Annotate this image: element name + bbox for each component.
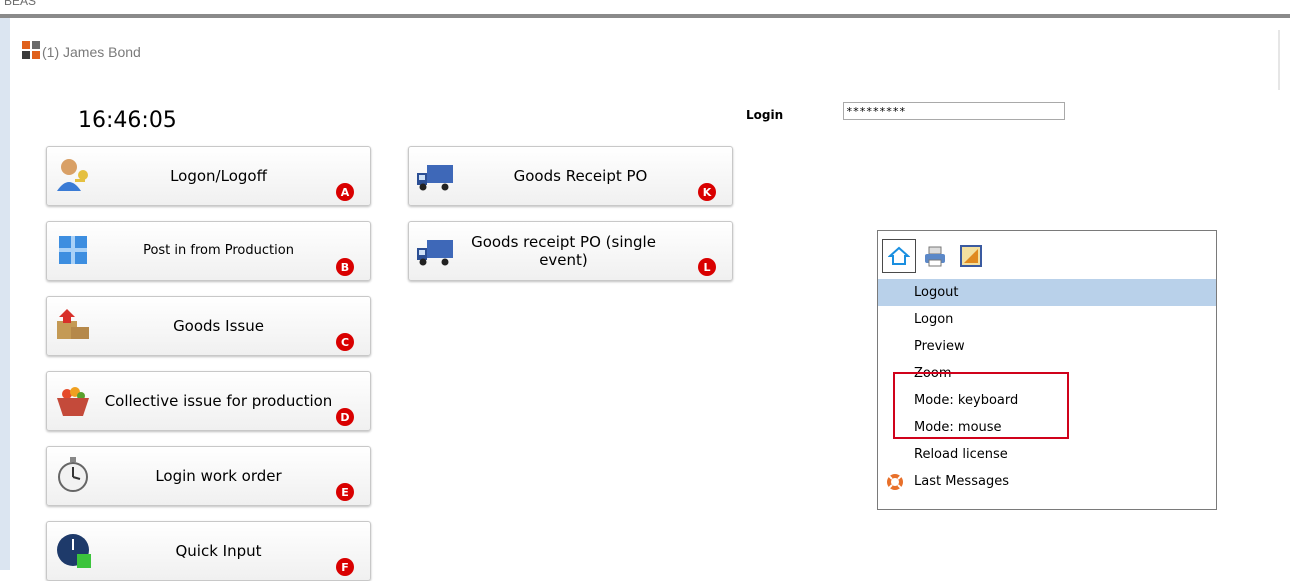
post-in-from-production-button[interactable]: Post in from Production B bbox=[46, 221, 371, 281]
menu-toolbar bbox=[882, 239, 988, 275]
app-logo-icon bbox=[22, 41, 40, 59]
menu-item-label: Preview bbox=[914, 339, 965, 354]
shortcut-badge: D bbox=[336, 408, 354, 426]
app-name: BEAS bbox=[4, 0, 37, 8]
printer-icon bbox=[925, 246, 945, 267]
menu-item-label: Logon bbox=[914, 312, 954, 327]
menu-item-preview[interactable]: Preview bbox=[878, 333, 1216, 360]
tile-label: Quick Input bbox=[175, 542, 262, 560]
menu-item-label: Reload license bbox=[914, 447, 1008, 462]
clock-icon bbox=[57, 534, 91, 568]
menu-item-last-messages[interactable]: Last Messages bbox=[878, 468, 1216, 495]
lifebuoy-icon bbox=[887, 474, 903, 490]
shortcut-badge: B bbox=[336, 258, 354, 276]
tile-label: Goods Receipt PO bbox=[513, 167, 648, 185]
tile-label: Goods receipt PO (single event) bbox=[471, 233, 656, 269]
tile-label: Login work order bbox=[155, 467, 282, 485]
menu-item-logout[interactable]: Logout bbox=[878, 279, 1216, 306]
shortcut-badge: E bbox=[336, 483, 354, 501]
goods-issue-button[interactable]: Goods Issue C bbox=[46, 296, 371, 356]
truck-icon bbox=[417, 165, 453, 191]
menu-item-logon[interactable]: Logon bbox=[878, 306, 1216, 333]
shortcut-badge: A bbox=[336, 183, 354, 201]
quick-input-button[interactable]: Quick Input F bbox=[46, 521, 371, 581]
cube-icon bbox=[59, 236, 87, 264]
goods-receipt-po-single-button[interactable]: Goods receipt PO (single event) L bbox=[408, 221, 733, 281]
tile-label: Logon/Logoff bbox=[170, 167, 267, 185]
home-tab[interactable] bbox=[882, 239, 916, 273]
tile-label: Collective issue for production bbox=[104, 392, 333, 410]
login-input[interactable] bbox=[843, 102, 1065, 120]
print-tab[interactable] bbox=[918, 239, 952, 273]
header-edge bbox=[1278, 30, 1280, 90]
menu-item-label: Last Messages bbox=[914, 474, 1009, 489]
collective-issue-button[interactable]: Collective issue for production D bbox=[46, 371, 371, 431]
boxes-icon bbox=[57, 309, 89, 339]
menu-item-reload-license[interactable]: Reload license bbox=[878, 441, 1216, 468]
login-work-order-button[interactable]: Login work order E bbox=[46, 446, 371, 506]
goods-receipt-po-button[interactable]: Goods Receipt PO K bbox=[408, 146, 733, 206]
clock-display: 16:46:05 bbox=[78, 108, 177, 133]
settings-icon bbox=[960, 245, 982, 267]
logon-logoff-button[interactable]: Logon/Logoff A bbox=[46, 146, 371, 206]
basket-icon bbox=[57, 387, 89, 416]
shortcut-badge: C bbox=[336, 333, 354, 351]
highlight-annotation bbox=[893, 372, 1069, 439]
truck-icon bbox=[417, 240, 453, 266]
window-header: (1) James Bond bbox=[10, 18, 1290, 90]
settings-tab[interactable] bbox=[954, 239, 988, 273]
menu-item-label: Logout bbox=[914, 285, 959, 300]
tile-label: Goods Issue bbox=[173, 317, 264, 335]
home-icon bbox=[888, 246, 910, 265]
window-title: (1) James Bond bbox=[42, 44, 141, 60]
login-label: Login bbox=[746, 108, 784, 122]
stopwatch-icon bbox=[58, 457, 88, 492]
user-key-icon bbox=[57, 159, 88, 191]
shortcut-badge: F bbox=[336, 558, 354, 576]
shortcut-badge: L bbox=[698, 258, 716, 276]
shortcut-badge: K bbox=[698, 183, 716, 201]
context-menu-panel: Logout Logon Preview Zoom Mode: keyboard… bbox=[877, 230, 1217, 510]
tile-label: Post in from Production bbox=[143, 243, 294, 258]
